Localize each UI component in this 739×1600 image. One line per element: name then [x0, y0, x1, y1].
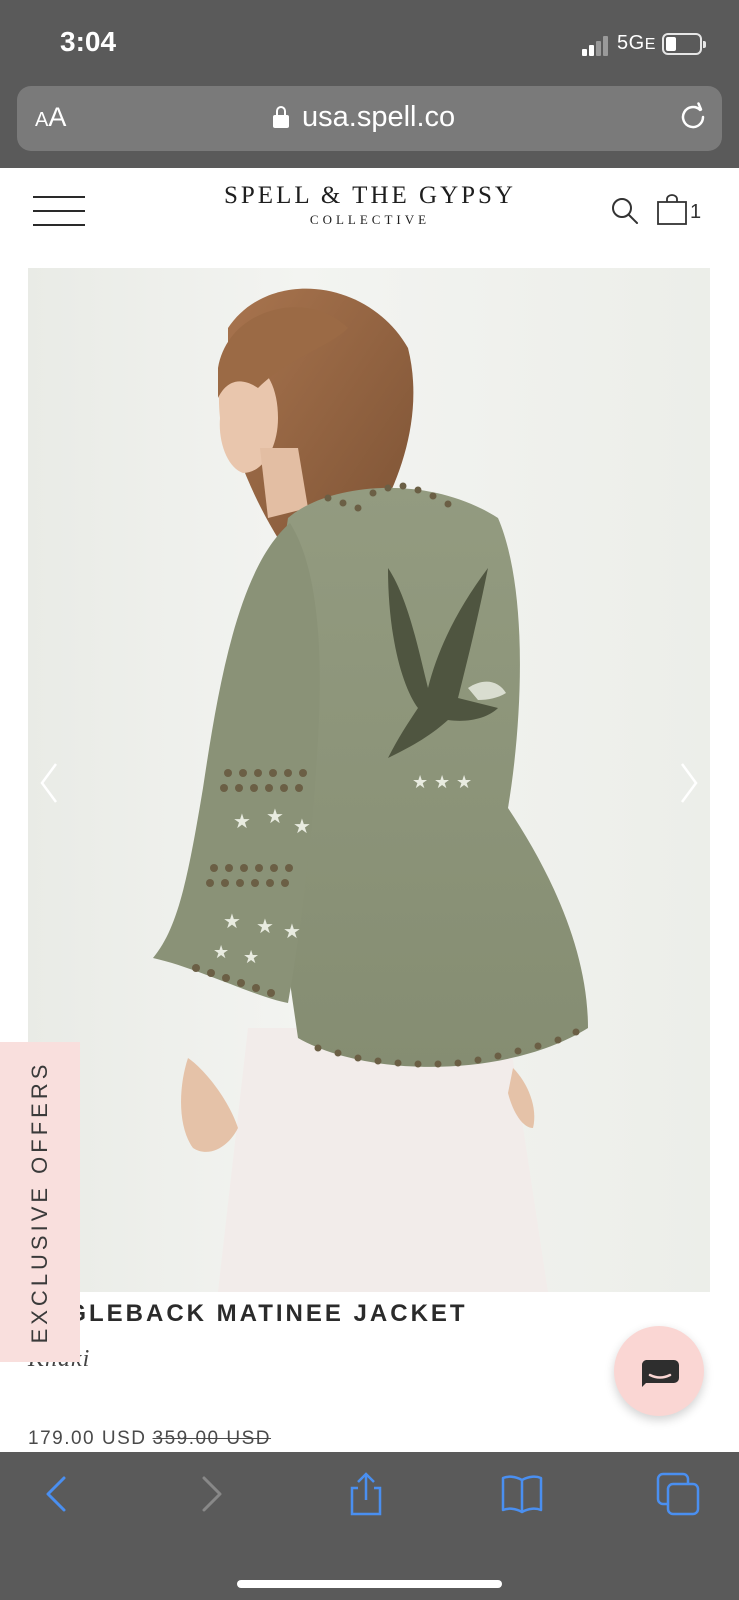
svg-text:★: ★ — [256, 916, 274, 938]
chat-icon — [641, 1360, 679, 1387]
status-time: 3:04 — [60, 26, 117, 57]
carousel-next-icon[interactable] — [674, 758, 704, 808]
svg-text:★: ★ — [266, 806, 284, 828]
svg-text:★: ★ — [456, 772, 472, 792]
svg-text:★: ★ — [243, 947, 259, 967]
svg-text:★: ★ — [293, 816, 311, 838]
product-title: EAGLEBACK MATINEE JACKET — [28, 1300, 468, 1327]
bookmarks-icon[interactable] — [500, 1472, 544, 1516]
product-image[interactable]: ★ ★ ★ ★ ★ ★ ★ ★ ★ ★ ★ — [28, 268, 710, 1292]
browser-chrome-top: 3:04 5GE AA usa.spell.co — [0, 0, 739, 168]
tabs-icon[interactable] — [656, 1472, 700, 1516]
svg-text:★: ★ — [434, 772, 450, 792]
carousel-prev-icon[interactable] — [34, 758, 64, 808]
url-text[interactable]: usa.spell.co — [302, 101, 455, 134]
shopping-bag-icon[interactable] — [655, 194, 689, 226]
chat-button[interactable] — [614, 1326, 704, 1416]
svg-text:★: ★ — [213, 942, 229, 962]
svg-text:★: ★ — [233, 811, 251, 833]
browser-toolbar — [0, 1452, 739, 1600]
menu-icon[interactable] — [33, 196, 85, 230]
lock-icon — [273, 106, 289, 128]
reload-icon[interactable] — [677, 101, 709, 133]
home-indicator[interactable] — [237, 1580, 502, 1588]
cellular-signal-icon — [582, 36, 612, 56]
text-size-button[interactable]: AA — [35, 102, 66, 133]
price-row: 179.00 USD 359.00 USD — [28, 1428, 271, 1450]
network-type: 5GE — [617, 32, 656, 54]
address-bar[interactable]: AA usa.spell.co — [17, 86, 722, 151]
back-icon[interactable] — [36, 1472, 80, 1516]
svg-text:★: ★ — [223, 911, 241, 933]
exclusive-offers-label: EXCLUSIVE OFFERS — [27, 1060, 52, 1344]
share-icon[interactable] — [344, 1472, 388, 1516]
sale-price: 179.00 USD — [28, 1428, 147, 1449]
original-price: 359.00 USD — [152, 1428, 272, 1449]
product-photo: ★ ★ ★ ★ ★ ★ ★ ★ ★ ★ ★ — [28, 268, 710, 1292]
cart-count[interactable]: 1 — [690, 201, 701, 224]
brand-logo[interactable]: SPELL & THE GYPSY COLLECTIVE — [160, 182, 580, 228]
battery-icon — [662, 33, 706, 55]
search-icon[interactable] — [610, 196, 640, 226]
site-header: SPELL & THE GYPSY COLLECTIVE 1 — [0, 168, 739, 264]
svg-text:★: ★ — [412, 772, 428, 792]
forward-icon[interactable] — [188, 1472, 232, 1516]
exclusive-offers-tab[interactable]: EXCLUSIVE OFFERS — [0, 1042, 80, 1362]
svg-text:★: ★ — [283, 921, 301, 943]
